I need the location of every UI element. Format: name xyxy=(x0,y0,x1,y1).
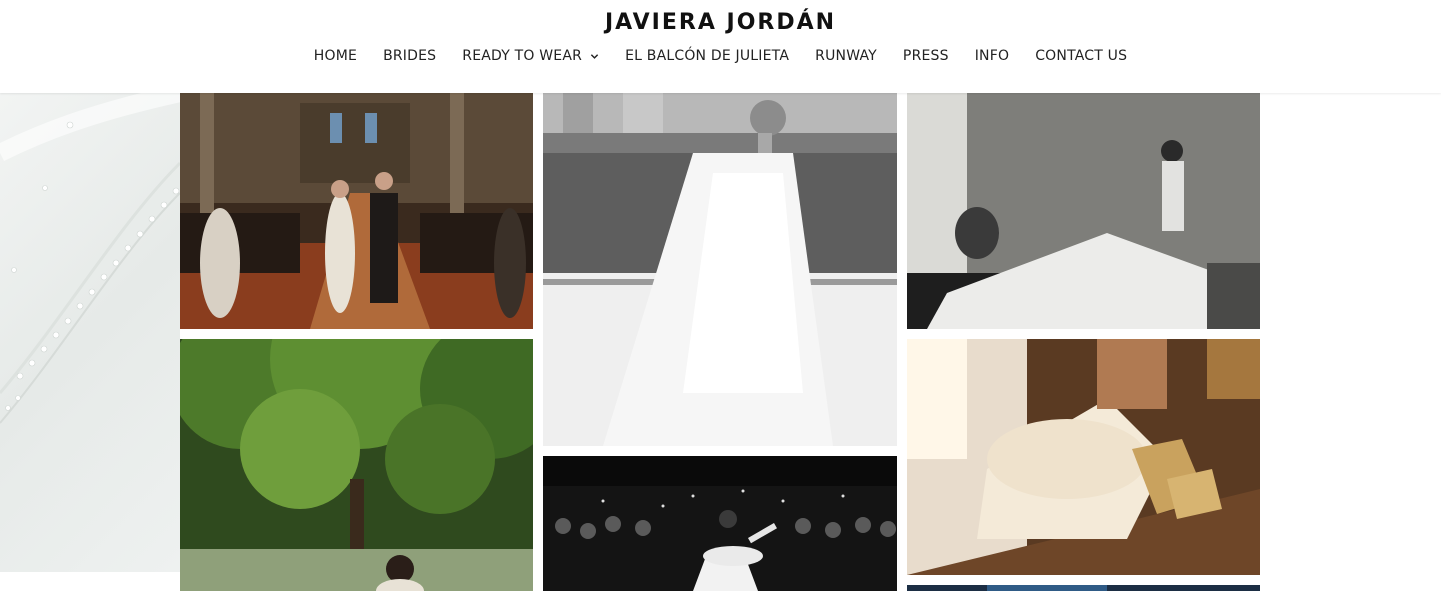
nav-contact-us-label: CONTACT US xyxy=(1035,48,1128,64)
site-logo[interactable]: JAVIERA JORDÁN xyxy=(0,10,1441,35)
nav-home[interactable]: HOME xyxy=(314,48,357,64)
nav-ready-to-wear-label: READY TO WEAR xyxy=(462,48,583,64)
gallery-photo-bride-train[interactable] xyxy=(907,93,1260,329)
main-nav: HOME BRIDES READY TO WEAR EL BALCÓN DE J… xyxy=(0,48,1441,64)
gallery-photo-garden-trees[interactable] xyxy=(180,339,533,591)
nav-runway[interactable]: RUNWAY xyxy=(815,48,877,64)
gallery-photo-gold-shoes[interactable] xyxy=(907,339,1260,575)
gallery-photo-bride-window[interactable] xyxy=(543,93,897,446)
nav-brides[interactable]: BRIDES xyxy=(383,48,436,64)
nav-info-label: INFO xyxy=(974,48,1010,64)
background-fabric-image xyxy=(0,93,180,572)
nav-ready-to-wear[interactable]: READY TO WEAR xyxy=(462,48,599,64)
nav-press-label: PRESS xyxy=(902,48,949,64)
nav-runway-label: RUNWAY xyxy=(815,48,877,64)
gallery-photo-bride-dancing[interactable] xyxy=(543,456,897,591)
nav-brides-label: BRIDES xyxy=(383,48,437,64)
gallery-photo-church-aisle[interactable] xyxy=(180,93,533,329)
nav-el-balcon-de-julieta[interactable]: EL BALCÓN DE JULIETA xyxy=(625,48,789,64)
nav-home-label: HOME xyxy=(313,48,358,64)
chevron-down-icon xyxy=(590,53,599,59)
nav-press[interactable]: PRESS xyxy=(903,48,949,64)
site-header: JAVIERA JORDÁN HOME BRIDES READY TO WEAR… xyxy=(0,0,1441,93)
gallery-photo-partial-blue[interactable] xyxy=(907,585,1260,591)
nav-info[interactable]: INFO xyxy=(975,48,1009,64)
nav-contact-us[interactable]: CONTACT US xyxy=(1035,48,1127,64)
nav-el-balcon-label: EL BALCÓN DE JULIETA xyxy=(625,48,790,64)
